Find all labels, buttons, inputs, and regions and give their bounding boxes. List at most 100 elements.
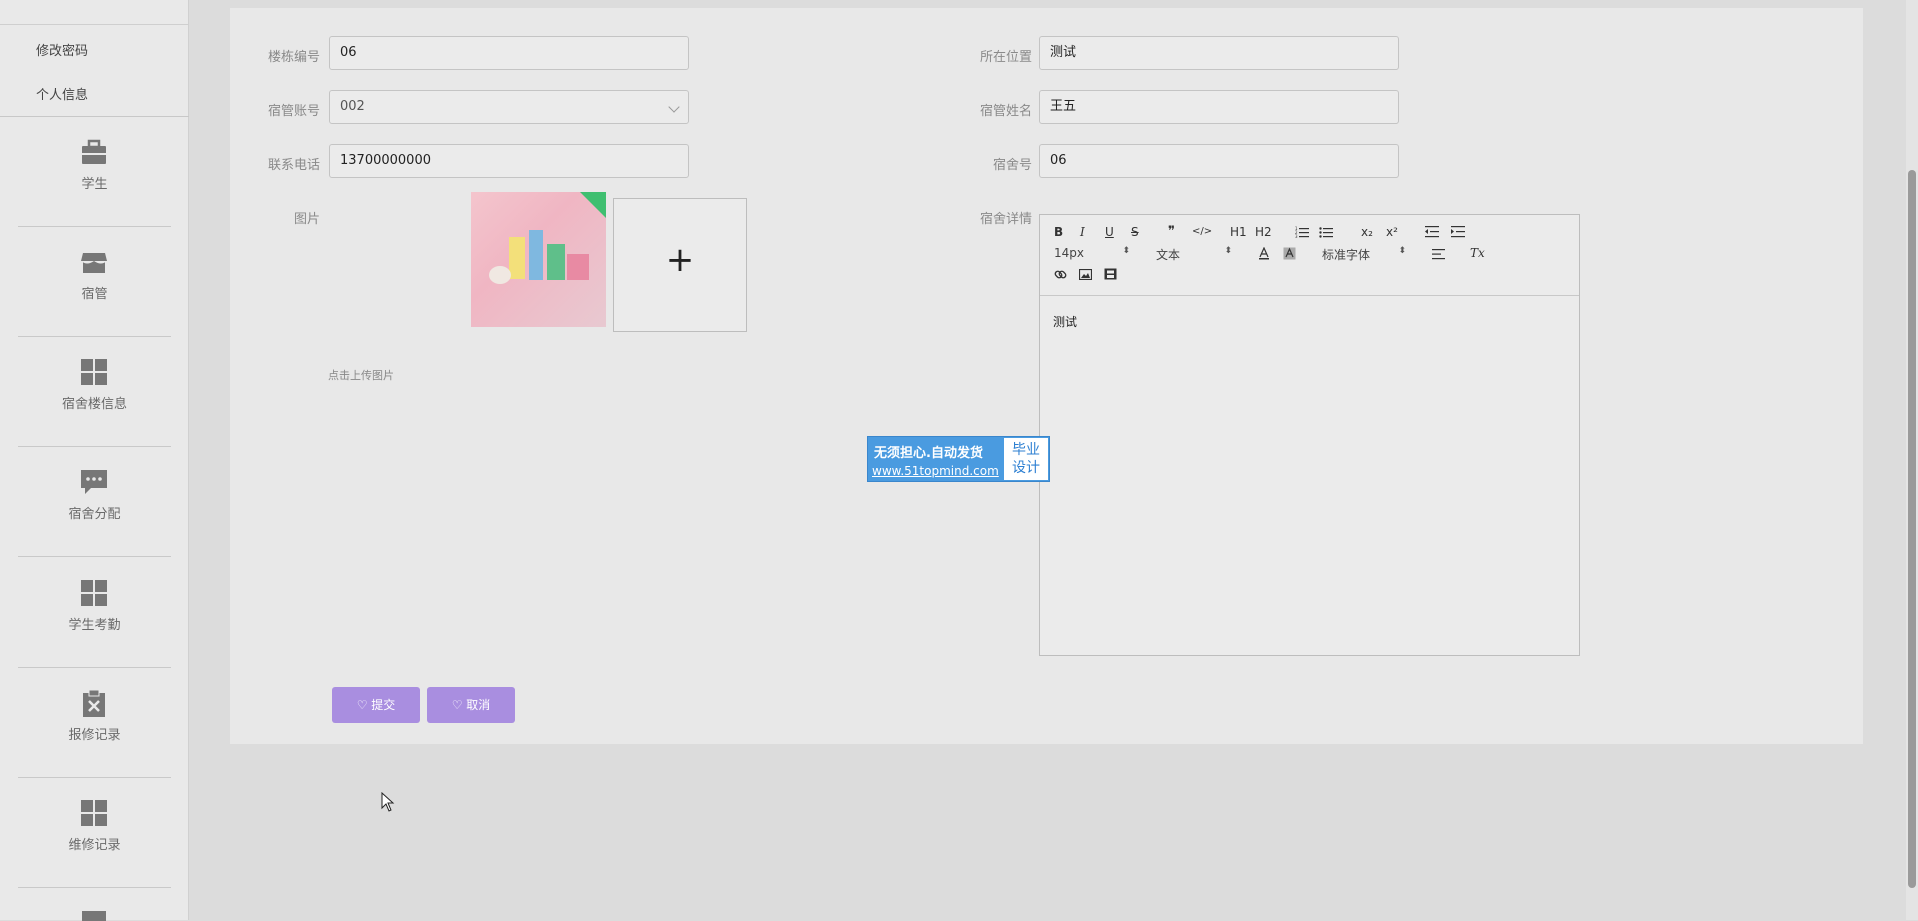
location-input[interactable]: 测试 (1039, 36, 1399, 70)
uploaded-image-thumbnail[interactable] (471, 192, 606, 327)
outdent-icon[interactable] (1425, 226, 1439, 238)
room-no-label: 宿舍号 (992, 158, 1032, 173)
nav-label: 学生 (81, 177, 108, 192)
grid-icon (81, 800, 107, 826)
clipboard-x-icon (83, 689, 105, 717)
h1-button[interactable]: H1 (1230, 225, 1247, 239)
align-icon[interactable] (1432, 249, 1445, 260)
toy-shape (489, 266, 511, 284)
image-upload-button[interactable]: + (613, 198, 747, 332)
superscript-button[interactable]: x² (1386, 225, 1398, 239)
editor-toolbar: B I U S ❞ </> H1 H2 123 x₂ x² 14px ⬍ 文本 … (1040, 215, 1579, 296)
nav-item-manager[interactable]: 宿管 (18, 227, 171, 337)
code-button[interactable]: </> (1192, 226, 1212, 237)
store-icon (81, 253, 107, 273)
phone-label: 联系电话 (267, 158, 320, 173)
underline-button[interactable]: U (1105, 225, 1114, 239)
updown-icon: ⬍ (1122, 246, 1130, 256)
chat-icon (81, 470, 107, 494)
grid-icon (81, 580, 107, 606)
h2-button[interactable]: H2 (1255, 225, 1272, 239)
font-size-picker[interactable]: 14px ⬍ (1054, 246, 1130, 260)
briefcase-icon (82, 139, 106, 164)
updown-icon: ⬍ (1224, 246, 1232, 256)
grid-icon (81, 359, 107, 385)
watermark-badge: 毕业 设计 (1004, 438, 1048, 480)
plus-icon: + (665, 240, 695, 280)
nav-label: 宿舍楼信息 (61, 397, 127, 412)
nav-item-maintenance[interactable]: 维修记录 (18, 778, 171, 888)
toy-shape (509, 237, 525, 279)
link-icon[interactable] (1054, 268, 1067, 281)
nav-item-more[interactable] (18, 889, 171, 921)
manager-account-label: 宿管账号 (267, 104, 320, 119)
updown-icon: ⬍ (1398, 246, 1406, 256)
manager-account-value: 002 (340, 99, 365, 114)
nav-item-room-assignment[interactable]: 宿舍分配 (18, 447, 171, 557)
ordered-list-icon[interactable]: 123 (1295, 226, 1309, 238)
font-size-value: 14px (1054, 246, 1084, 260)
corner-badge (580, 192, 606, 218)
heading-value: 文本 (1156, 248, 1181, 262)
details-label: 宿舍详情 (979, 212, 1032, 227)
scrollbar[interactable] (1906, 0, 1918, 920)
nav-label: 宿管 (81, 287, 108, 302)
nav-label: 维修记录 (68, 838, 121, 853)
background-color-icon[interactable] (1283, 247, 1296, 260)
svg-text:3: 3 (1295, 234, 1298, 238)
quote-button[interactable]: ❞ (1168, 224, 1175, 239)
watermark-banner[interactable]: 无须担心.自动发货 www.51topmind.com 毕业 设计 (867, 436, 1050, 482)
nav-item-student[interactable]: 学生 (18, 117, 171, 227)
font-family-picker[interactable]: 标准字体 ⬍ (1322, 246, 1406, 263)
location-label: 所在位置 (979, 50, 1032, 65)
heart-icon: ♡ (451, 698, 463, 712)
nav-item-repair-requests[interactable]: 报修记录 (18, 668, 171, 778)
bullet-list-icon[interactable] (1319, 226, 1333, 238)
clear-format-button[interactable]: Tx (1470, 246, 1485, 260)
toy-shape (547, 244, 565, 280)
video-icon[interactable] (1104, 268, 1117, 280)
toy-shape (529, 230, 543, 280)
watermark-badge-line2: 设计 (1012, 460, 1040, 476)
cancel-label: 取消 (466, 698, 491, 712)
cancel-button[interactable]: ♡ 取消 (427, 687, 515, 723)
editor-content[interactable]: 测试 (1053, 313, 1077, 330)
nav-label: 学生考勤 (68, 618, 121, 633)
heading-picker[interactable]: 文本 ⬍ (1156, 246, 1232, 263)
upload-hint[interactable]: 点击上传图片 (328, 367, 394, 383)
nav-item-attendance[interactable]: 学生考勤 (18, 558, 171, 668)
chevron-down-icon (668, 101, 680, 113)
rich-text-editor[interactable]: B I U S ❞ </> H1 H2 123 x₂ x² 14px ⬍ 文本 … (1039, 214, 1580, 656)
indent-icon[interactable] (1451, 226, 1465, 238)
bold-button[interactable]: B (1054, 225, 1063, 239)
phone-input[interactable]: 13700000000 (329, 144, 689, 178)
room-no-input[interactable]: 06 (1039, 144, 1399, 178)
strike-button[interactable]: S (1131, 225, 1139, 239)
font-family-value: 标准字体 (1322, 248, 1371, 262)
building-no-input[interactable]: 06 (329, 36, 689, 70)
italic-button[interactable]: I (1080, 225, 1085, 239)
watermark-url: www.51topmind.com (872, 464, 999, 478)
change-password-link[interactable]: 修改密码 (36, 40, 88, 59)
sidebar: 修改密码 个人信息 学生 宿管 宿舍楼信息 宿舍分配 学生考勤 报修记录 维修记… (0, 0, 189, 921)
submit-button[interactable]: ♡ 提交 (332, 687, 420, 723)
font-color-icon[interactable] (1258, 247, 1270, 260)
manager-account-select[interactable]: 002 (329, 90, 689, 124)
image-icon[interactable] (1079, 269, 1092, 280)
scrollbar-thumb[interactable] (1908, 170, 1916, 888)
edit-form-panel: 楼栋编号 06 所在位置 测试 宿管账号 002 宿管姓名 王五 联系电话 13… (230, 8, 1863, 744)
toy-shape (567, 254, 589, 280)
profile-link[interactable]: 个人信息 (36, 84, 88, 103)
mouse-cursor-icon (381, 792, 395, 812)
nav-label: 报修记录 (68, 728, 121, 743)
manager-name-label: 宿管姓名 (979, 104, 1032, 119)
heart-icon: ♡ (356, 698, 368, 712)
submit-label: 提交 (371, 698, 396, 712)
subscript-button[interactable]: x₂ (1361, 225, 1373, 239)
image-label: 图片 (293, 212, 320, 227)
nav-item-building-info[interactable]: 宿舍楼信息 (18, 337, 171, 447)
manager-name-input[interactable]: 王五 (1039, 90, 1399, 124)
nav-label: 宿舍分配 (68, 507, 121, 522)
watermark-badge-line1: 毕业 (1012, 442, 1040, 458)
building-no-label: 楼栋编号 (267, 50, 320, 65)
